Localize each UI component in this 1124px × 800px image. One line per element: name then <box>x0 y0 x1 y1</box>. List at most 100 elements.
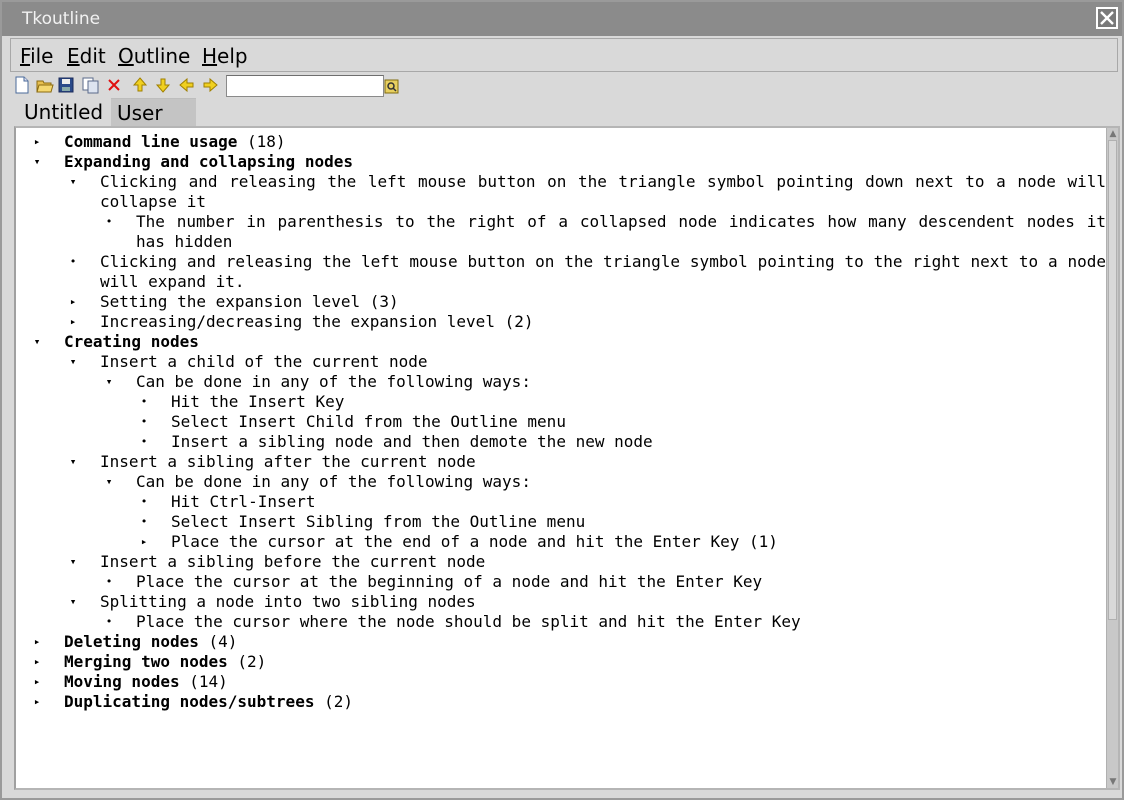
save-icon[interactable] <box>58 76 76 96</box>
collapsed-triangle-icon[interactable]: ▸ <box>30 652 44 672</box>
outline-node[interactable]: • Place the cursor where the node should… <box>16 612 1106 632</box>
title-bar: Tkoutline <box>2 2 1122 36</box>
bullet-icon: • <box>105 615 113 628</box>
outline-node[interactable]: • Insert a sibling node and then demote … <box>16 432 1106 452</box>
node-label: Select Insert Child from the Outline men… <box>171 412 566 431</box>
menu-help[interactable]: Help <box>202 44 248 68</box>
search-icon[interactable] <box>384 77 400 95</box>
expanded-triangle-icon[interactable]: ▾ <box>66 452 80 472</box>
expanded-triangle-icon[interactable]: ▾ <box>102 372 116 392</box>
move-up-icon[interactable] <box>132 76 150 96</box>
node-label: Insert a sibling after the current node <box>100 452 476 471</box>
bullet-icon: • <box>140 495 148 508</box>
outline-node[interactable]: • Place the cursor at the beginning of a… <box>16 572 1106 592</box>
outline-node[interactable]: ▸ Increasing/decreasing the expansion le… <box>16 312 1106 332</box>
scrollbar-thumb[interactable] <box>1108 140 1117 620</box>
outline-node[interactable]: ▾ Insert a sibling before the current no… <box>16 552 1106 572</box>
outline-node[interactable]: ▸ Place the cursor at the end of a node … <box>16 532 1106 552</box>
bullet-icon: • <box>105 215 113 228</box>
node-label: Can be done in any of the following ways… <box>136 372 531 391</box>
outline-node[interactable]: ▸ Duplicating nodes/subtrees (2) <box>16 692 1106 712</box>
menu-edit[interactable]: Edit <box>67 44 106 68</box>
move-down-icon[interactable] <box>155 76 173 96</box>
outline-node[interactable]: • The number in parenthesis to the right… <box>16 212 1106 252</box>
outline-node[interactable]: ▾ Clicking and releasing the left mouse … <box>16 172 1106 212</box>
outline-node[interactable]: • Hit Ctrl-Insert <box>16 492 1106 512</box>
search-input[interactable] <box>226 75 384 97</box>
outline-node[interactable]: • Hit the Insert Key <box>16 392 1106 412</box>
collapsed-triangle-icon[interactable]: ▸ <box>30 672 44 692</box>
outline-node[interactable]: • Clicking and releasing the left mouse … <box>16 252 1106 292</box>
menu-outline[interactable]: Outline <box>118 44 190 68</box>
collapsed-triangle-icon[interactable]: ▸ <box>30 692 44 712</box>
copy-icon[interactable] <box>82 76 100 96</box>
node-label: Clicking and releasing the left mouse bu… <box>100 172 1106 211</box>
node-label: Clicking and releasing the left mouse bu… <box>100 252 1106 291</box>
outline-node[interactable]: ▾ Insert a sibling after the current nod… <box>16 452 1106 472</box>
expanded-triangle-icon[interactable]: ▾ <box>66 552 80 572</box>
close-button[interactable] <box>1096 7 1118 29</box>
bullet-icon: • <box>69 255 77 268</box>
bullet-icon: • <box>105 575 113 588</box>
outline-node[interactable]: ▾ Splitting a node into two sibling node… <box>16 592 1106 612</box>
outline-node[interactable]: ▸ Moving nodes (14) <box>16 672 1106 692</box>
menu-file-rest: ile <box>30 44 54 68</box>
tab-untitled[interactable]: Untitled <box>18 98 110 126</box>
node-label: Duplicating nodes/subtrees <box>64 692 315 711</box>
collapsed-triangle-icon[interactable]: ▸ <box>66 312 80 332</box>
node-label: Insert a child of the current node <box>100 352 428 371</box>
tab-user-manual[interactable]: User Manual * <box>111 98 196 173</box>
node-label: Moving nodes <box>64 672 180 691</box>
node-label: Setting the expansion level (3) <box>100 292 399 311</box>
scroll-down-arrow-icon[interactable]: ▼ <box>1108 777 1118 787</box>
outline-node[interactable]: ▸ Command line usage (18) <box>16 132 1106 152</box>
menu-file[interactable]: File <box>20 44 53 68</box>
node-label: Creating nodes <box>64 332 199 351</box>
node-label: Hit Ctrl-Insert <box>171 492 316 511</box>
collapsed-triangle-icon[interactable]: ▸ <box>30 632 44 652</box>
close-icon <box>1100 11 1114 25</box>
collapsed-triangle-icon[interactable]: ▸ <box>137 532 151 552</box>
window-title: Tkoutline <box>22 9 101 29</box>
expanded-triangle-icon[interactable]: ▾ <box>30 332 44 352</box>
expanded-triangle-icon[interactable]: ▾ <box>66 352 80 372</box>
outline-node[interactable]: • Select Insert Child from the Outline m… <box>16 412 1106 432</box>
toolbar <box>10 74 1118 98</box>
move-left-icon[interactable] <box>179 76 197 96</box>
node-label: Place the cursor where the node should b… <box>136 612 801 631</box>
menu-help-rest: elp <box>217 44 248 68</box>
expanded-triangle-icon[interactable]: ▾ <box>66 172 80 192</box>
new-file-icon[interactable] <box>14 76 32 96</box>
outline-node[interactable]: • Select Insert Sibling from the Outline… <box>16 512 1106 532</box>
bullet-icon: • <box>140 515 148 528</box>
collapsed-triangle-icon[interactable]: ▸ <box>30 132 44 152</box>
outline-node[interactable]: ▾ Creating nodes <box>16 332 1106 352</box>
expanded-triangle-icon[interactable]: ▾ <box>102 472 116 492</box>
menu-outline-mnemonic: O <box>118 44 134 68</box>
menu-edit-mnemonic: E <box>67 44 80 68</box>
outline-tree: ▸ Command line usage (18) ▾ Expanding an… <box>16 132 1106 712</box>
move-right-icon[interactable] <box>202 76 220 96</box>
outline-node[interactable]: ▸ Setting the expansion level (3) <box>16 292 1106 312</box>
outline-node[interactable]: ▾ Can be done in any of the following wa… <box>16 472 1106 492</box>
open-folder-icon[interactable] <box>36 76 54 96</box>
outline-view[interactable]: ▸ Command line usage (18) ▾ Expanding an… <box>14 126 1120 790</box>
collapsed-triangle-icon[interactable]: ▸ <box>66 292 80 312</box>
scroll-up-arrow-icon[interactable]: ▲ <box>1108 129 1118 139</box>
node-label: Expanding and collapsing nodes <box>64 152 353 171</box>
app-window: Tkoutline File Edit Outline Help Untitle… <box>0 0 1124 800</box>
node-label: Merging two nodes <box>64 652 228 671</box>
outline-node[interactable]: ▾ Can be done in any of the following wa… <box>16 372 1106 392</box>
node-label: Place the cursor at the beginning of a n… <box>136 572 763 591</box>
vertical-scrollbar[interactable]: ▲ ▼ <box>1106 128 1118 788</box>
node-label: Deleting nodes <box>64 632 199 651</box>
outline-node[interactable]: ▾ Insert a child of the current node <box>16 352 1106 372</box>
node-label: Increasing/decreasing the expansion leve… <box>100 312 534 331</box>
outline-node[interactable]: ▾ Expanding and collapsing nodes <box>16 152 1106 172</box>
outline-node[interactable]: ▸ Merging two nodes (2) <box>16 652 1106 672</box>
expanded-triangle-icon[interactable]: ▾ <box>66 592 80 612</box>
delete-icon[interactable] <box>106 76 124 96</box>
node-label: Place the cursor at the end of a node an… <box>171 532 778 551</box>
expanded-triangle-icon[interactable]: ▾ <box>30 152 44 172</box>
outline-node[interactable]: ▸ Deleting nodes (4) <box>16 632 1106 652</box>
